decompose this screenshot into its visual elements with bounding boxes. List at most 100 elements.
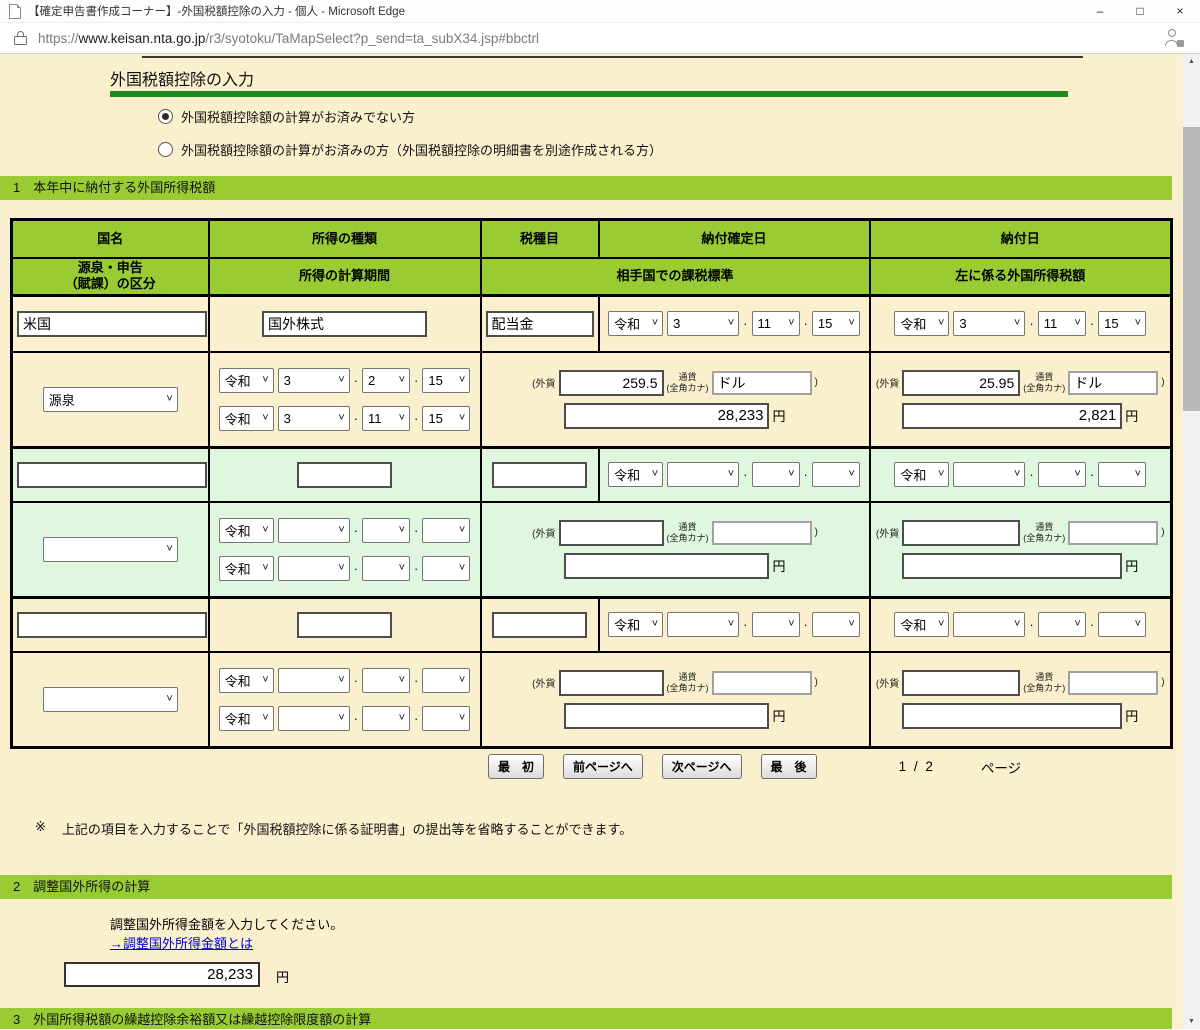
yen-amount-input[interactable]	[902, 702, 1123, 729]
era-select[interactable]: 令和 ˅	[894, 612, 950, 638]
year-select[interactable]: ˅	[953, 612, 1026, 638]
era-select[interactable]: 令和 ˅	[218, 667, 274, 693]
day-select[interactable]: ˅	[422, 517, 471, 543]
income-type-input[interactable]	[297, 461, 392, 488]
era-select[interactable]: 令和 ˅	[218, 555, 274, 581]
year-select[interactable]: ˅	[277, 667, 350, 693]
radio-not-yet-calculated[interactable]: 外国税額控除額の計算がお済みでない方	[158, 107, 415, 126]
last-page-button[interactable]: 最 後	[760, 754, 817, 779]
url-text[interactable]: https://www.keisan.nta.go.jp/r3/syotoku/…	[38, 31, 539, 46]
month-select[interactable]: ˅	[362, 517, 410, 543]
radio-icon[interactable]	[158, 109, 173, 124]
chevron-down-icon: ˅	[458, 523, 466, 536]
maximize-button[interactable]: □	[1120, 0, 1160, 22]
day-select[interactable]: ˅	[1098, 612, 1147, 638]
day-select[interactable]: 15 ˅	[422, 405, 471, 431]
year-select[interactable]: ˅	[953, 462, 1026, 488]
month-select[interactable]: 2 ˅	[362, 367, 410, 393]
month-select[interactable]: 11 ˅	[751, 311, 800, 337]
category-select[interactable]: 源泉 ˅	[42, 386, 178, 412]
era-select[interactable]: 令和 ˅	[218, 367, 274, 393]
adjusted-income-help-link[interactable]: →調整国外所得金額とは	[110, 933, 253, 952]
month-select[interactable]: 11 ˅	[362, 405, 410, 431]
foreign-amount-input[interactable]	[902, 519, 1021, 546]
year-select[interactable]: 3 ˅	[277, 405, 350, 431]
day-select[interactable]: 15 ˅	[1098, 311, 1147, 337]
yen-amount-input[interactable]	[564, 402, 770, 429]
currency-name-input[interactable]	[1068, 670, 1159, 695]
era-select[interactable]: 令和 ˅	[218, 517, 274, 543]
close-button[interactable]: ×	[1160, 0, 1200, 22]
month-select[interactable]: ˅	[362, 667, 410, 693]
category-select[interactable]: ˅	[42, 686, 178, 712]
scroll-down-icon[interactable]: ▼	[1183, 1018, 1200, 1025]
yen-amount-input[interactable]	[564, 552, 770, 579]
year-select[interactable]: ˅	[277, 705, 350, 731]
profile-icon[interactable]	[1164, 29, 1184, 47]
month-select[interactable]: ˅	[362, 555, 410, 581]
foreign-amount-input[interactable]	[558, 669, 664, 696]
country-input[interactable]	[17, 310, 207, 337]
day-select[interactable]: ˅	[811, 612, 860, 638]
year-select[interactable]: 3 ˅	[953, 311, 1026, 337]
year-select[interactable]: 3 ˅	[667, 311, 740, 337]
radio-icon[interactable]	[158, 142, 173, 157]
era-select[interactable]: 令和 ˅	[894, 311, 950, 337]
day-select[interactable]: ˅	[422, 667, 471, 693]
minimize-button[interactable]: –	[1080, 0, 1120, 22]
month-select[interactable]: 11 ˅	[1037, 311, 1086, 337]
era-select[interactable]: 令和 ˅	[218, 405, 274, 431]
yen-amount-input[interactable]	[902, 402, 1123, 429]
scrollbar-thumb[interactable]	[1183, 127, 1200, 411]
era-select[interactable]: 令和 ˅	[608, 612, 664, 638]
year-select[interactable]: ˅	[667, 612, 740, 638]
currency-name-input[interactable]	[1068, 370, 1159, 395]
day-select[interactable]: ˅	[422, 705, 471, 731]
foreign-amount-input[interactable]	[902, 369, 1021, 396]
month-select[interactable]: ˅	[362, 705, 410, 731]
month-select[interactable]: ˅	[1037, 612, 1086, 638]
tax-item-input[interactable]	[485, 310, 594, 337]
tax-item-input[interactable]	[492, 611, 587, 638]
currency-name-input[interactable]	[1068, 520, 1159, 545]
scrollbar[interactable]: ▲ ▼	[1183, 54, 1200, 1029]
year-select[interactable]: ˅	[667, 462, 740, 488]
tax-item-input[interactable]	[492, 461, 587, 488]
radio-already-calculated[interactable]: 外国税額控除額の計算がお済みの方（外国税額控除の明細書を別途作成される方）	[158, 140, 662, 159]
category-select[interactable]: ˅	[42, 536, 178, 562]
currency-name-input[interactable]	[711, 670, 812, 695]
year-select[interactable]: 3 ˅	[277, 367, 350, 393]
yen-amount-input[interactable]	[902, 552, 1123, 579]
day-select[interactable]: ˅	[422, 555, 471, 581]
currency-name-input[interactable]	[711, 370, 812, 395]
era-select[interactable]: 令和 ˅	[894, 462, 950, 488]
foreign-amount-input[interactable]	[558, 519, 664, 546]
era-select[interactable]: 令和 ˅	[608, 462, 664, 488]
prev-page-button[interactable]: 前ページへ	[563, 754, 643, 779]
yen-amount-input[interactable]	[564, 702, 770, 729]
day-select[interactable]: 15 ˅	[811, 311, 860, 337]
country-input[interactable]	[17, 461, 207, 488]
era-select[interactable]: 令和 ˅	[608, 311, 664, 337]
yen-label: 円	[1125, 409, 1139, 425]
lock-icon[interactable]	[14, 31, 27, 45]
first-page-button[interactable]: 最 初	[488, 754, 545, 779]
country-input[interactable]	[17, 611, 207, 638]
day-select[interactable]: ˅	[811, 462, 860, 488]
day-select[interactable]: 15 ˅	[422, 367, 471, 393]
foreign-amount-input[interactable]	[902, 669, 1021, 696]
income-type-input[interactable]	[297, 611, 392, 638]
era-select[interactable]: 令和 ˅	[218, 705, 274, 731]
year-select[interactable]: ˅	[277, 517, 350, 543]
day-select[interactable]: ˅	[1098, 462, 1147, 488]
next-page-button[interactable]: 次ページへ	[661, 754, 742, 779]
income-type-input[interactable]	[262, 310, 427, 337]
currency-name-input[interactable]	[711, 520, 812, 545]
month-select[interactable]: ˅	[751, 612, 800, 638]
foreign-amount-input[interactable]	[558, 369, 664, 396]
month-select[interactable]: ˅	[1037, 462, 1086, 488]
scroll-up-icon[interactable]: ▲	[1183, 58, 1200, 65]
adjusted-income-input[interactable]	[64, 962, 260, 987]
month-select[interactable]: ˅	[751, 462, 800, 488]
year-select[interactable]: ˅	[277, 555, 350, 581]
